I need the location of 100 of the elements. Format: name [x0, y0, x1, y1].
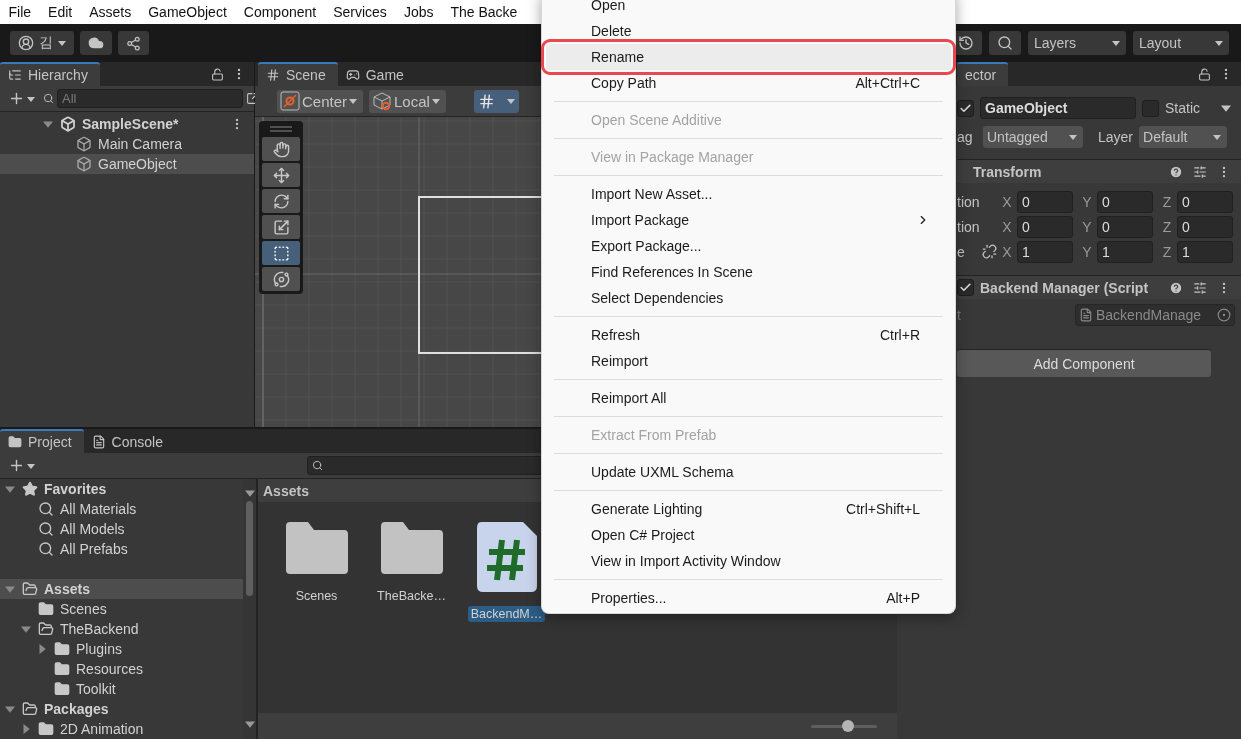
menu-bar-item[interactable]: Services: [324, 4, 396, 20]
number-field[interactable]: 0: [1177, 215, 1233, 238]
tool-button[interactable]: [262, 137, 300, 161]
number-field[interactable]: 1: [1177, 240, 1233, 263]
folder-icon: [8, 435, 22, 449]
menu-bar-item[interactable]: Edit: [39, 4, 81, 20]
number-field[interactable]: 0: [1097, 190, 1153, 213]
name-field[interactable]: GameObject: [980, 97, 1136, 119]
drag-handle-icon[interactable]: [270, 126, 292, 132]
asset-label[interactable]: Scenes: [292, 588, 341, 604]
space-dropdown[interactable]: Local: [369, 89, 446, 113]
tree-item[interactable]: 2D Animation: [0, 719, 243, 739]
menu-item[interactable]: Import New Asset...: [546, 181, 951, 207]
hash-icon: [266, 68, 280, 82]
tool-button[interactable]: [262, 215, 300, 239]
tree-item[interactable]: Scenes: [0, 599, 243, 619]
scene-item[interactable]: SampleScene*: [0, 114, 254, 134]
number-field[interactable]: 1: [1097, 240, 1153, 263]
tree-item[interactable]: All Models: [0, 519, 243, 539]
tree-item[interactable]: All Materials: [0, 499, 243, 519]
menu-bar-item[interactable]: File: [0, 4, 40, 20]
panel-tab[interactable]: Project: [0, 429, 84, 453]
panel-tab[interactable]: Console: [83, 429, 175, 453]
cloud-button[interactable]: [80, 31, 112, 55]
number-field[interactable]: 0: [1097, 215, 1153, 238]
menu-item[interactable]: Refresh Ctrl+R: [546, 322, 951, 348]
tree-item[interactable]: TheBackend: [0, 619, 243, 639]
layer-dropdown[interactable]: Default: [1139, 126, 1228, 148]
grid-icon: [477, 92, 495, 110]
number-field[interactable]: 0: [1017, 190, 1073, 213]
search-button[interactable]: [989, 31, 1021, 55]
menu-item[interactable]: Reimport: [546, 348, 951, 374]
add-component-button[interactable]: Add Component: [957, 349, 1211, 377]
menu-item[interactable]: Export Package...: [546, 233, 951, 259]
number-field[interactable]: 0: [1177, 190, 1233, 213]
caret-icon: [27, 461, 35, 470]
menu-item[interactable]: Copy Path Alt+Ctrl+C: [546, 70, 951, 96]
menu-item[interactable]: Generate Lighting Ctrl+Shift+L: [546, 496, 951, 522]
menu-item[interactable]: Open: [546, 0, 951, 18]
axis-label: Y: [1081, 193, 1093, 210]
tool-button[interactable]: [262, 241, 300, 265]
layout-dropdown[interactable]: Layout: [1133, 31, 1229, 55]
script-file-icon: [476, 522, 537, 592]
menu-item[interactable]: Reimport All: [546, 385, 951, 411]
scrollbar[interactable]: [243, 479, 258, 739]
tree-item[interactable]: Resources: [0, 659, 243, 679]
inspector-tab[interactable]: ector: [957, 62, 1009, 86]
menu-item[interactable]: Select Dependencies: [546, 285, 951, 311]
menu-bar-item[interactable]: GameObject: [139, 4, 236, 20]
menu-item[interactable]: Import Package: [546, 207, 951, 233]
hierarchy-item[interactable]: GameObject: [0, 154, 254, 174]
layers-dropdown[interactable]: Layers: [1028, 31, 1126, 55]
hierarchy-tab[interactable]: Hierarchy: [0, 62, 100, 86]
axis-label: Y: [1081, 243, 1093, 260]
asset-label[interactable]: TheBacke…: [374, 588, 449, 604]
hierarchy-item[interactable]: Main Camera: [0, 134, 254, 154]
tool-button[interactable]: [262, 163, 300, 187]
search-field[interactable]: All: [57, 89, 243, 108]
tag-dropdown[interactable]: Untagged: [983, 126, 1083, 148]
number-field[interactable]: 0: [1017, 215, 1073, 238]
menu-item[interactable]: Properties... Alt+P: [546, 585, 951, 611]
tool-button[interactable]: [262, 267, 300, 291]
view-tab[interactable]: Scene: [258, 62, 338, 86]
enabled-checkbox[interactable]: [957, 279, 974, 296]
target-icon: [1217, 308, 1231, 322]
field-label: t: [957, 307, 961, 323]
menu-item[interactable]: Find References In Scene: [546, 259, 951, 285]
menu-bar-item[interactable]: Component: [235, 4, 325, 20]
cloud-icon: [88, 35, 104, 51]
number-field[interactable]: 1: [1017, 240, 1073, 263]
check-icon: [959, 281, 972, 294]
menu-bar-item[interactable]: Assets: [80, 4, 140, 20]
expanded-triangle-icon: [21, 624, 31, 634]
tree-item[interactable]: Toolkit: [0, 679, 243, 699]
account-button[interactable]: 김: [10, 31, 74, 55]
asset-label[interactable]: BackendM…: [467, 606, 546, 622]
tree-item[interactable]: Assets: [0, 579, 243, 599]
tool-button[interactable]: [262, 189, 300, 213]
active-checkbox[interactable]: [957, 99, 974, 117]
share-icon: [126, 35, 141, 51]
script-field[interactable]: BackendManage: [1075, 304, 1235, 326]
menu-item[interactable]: Delete: [546, 18, 951, 44]
rotate-icon: [272, 192, 290, 210]
menu-bar-item[interactable]: The Backe: [441, 4, 526, 20]
static-checkbox[interactable]: [1142, 99, 1159, 117]
menu-item[interactable]: Open C# Project: [546, 522, 951, 548]
caret-icon: [349, 97, 358, 105]
view-tab[interactable]: Game: [337, 62, 416, 86]
menu-bar-item[interactable]: Jobs: [395, 4, 442, 20]
tree-item[interactable]: All Prefabs: [0, 539, 243, 559]
menu-item[interactable]: Update UXML Schema: [546, 459, 951, 485]
slider-thumb[interactable]: [841, 719, 854, 732]
collab-button[interactable]: [118, 31, 149, 55]
grid-snap-button[interactable]: [473, 89, 519, 113]
scrollbar-thumb[interactable]: [246, 501, 253, 596]
tree-item[interactable]: Plugins: [0, 639, 243, 659]
tree-item[interactable]: Packages: [0, 699, 243, 719]
menu-item[interactable]: View in Import Activity Window: [546, 548, 951, 574]
pivot-dropdown[interactable]: Center: [277, 89, 364, 113]
tree-item[interactable]: Favorites: [0, 479, 243, 499]
